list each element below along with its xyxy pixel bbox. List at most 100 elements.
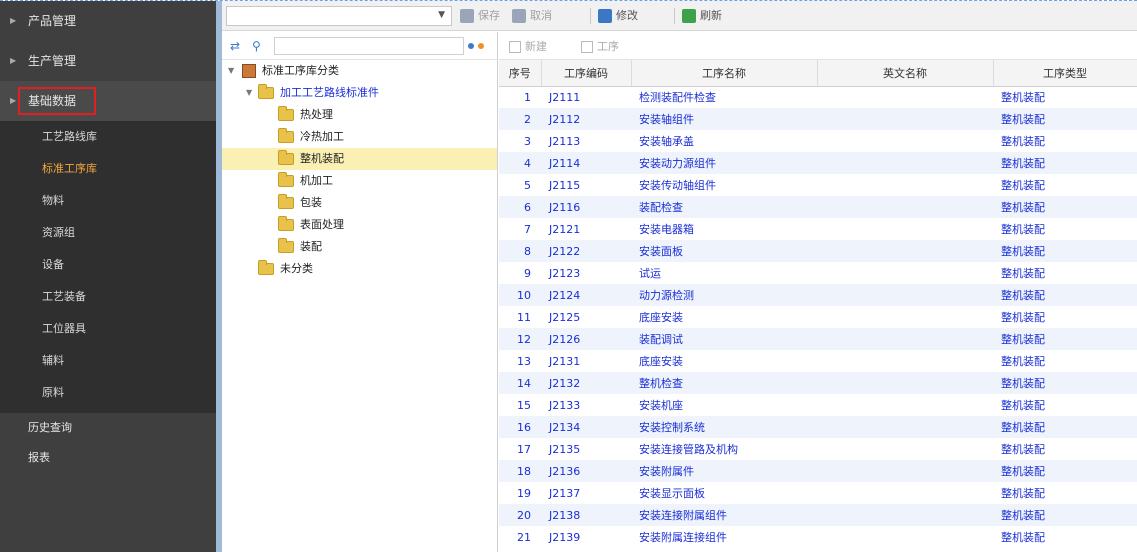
english-name-cell[interactable] xyxy=(817,174,993,196)
chevron-down-icon[interactable]: ▼ xyxy=(228,60,234,82)
operation-type-cell[interactable]: 整机装配 xyxy=(993,416,1137,438)
operation-code-cell[interactable]: J2121 xyxy=(541,218,631,240)
table-row[interactable]: 14 J2132 整机检查 整机装配 xyxy=(499,372,1137,394)
english-name-cell[interactable] xyxy=(817,438,993,460)
column-header[interactable]: 工序名称 xyxy=(631,60,818,87)
tree-node[interactable]: 热处理 xyxy=(222,104,497,126)
nav-subitem[interactable]: 辅料 xyxy=(0,345,216,377)
operation-name-cell[interactable]: 底座安装 xyxy=(631,350,817,372)
operation-code-cell[interactable]: J2136 xyxy=(541,460,631,482)
edit-button[interactable]: 修改 xyxy=(598,7,638,25)
refresh-button[interactable]: 刷新 xyxy=(682,7,722,25)
table-row[interactable]: 9 J2123 试运 整机装配 xyxy=(499,262,1137,284)
operation-name-cell[interactable]: 安装传动轴组件 xyxy=(631,174,817,196)
operation-name-cell[interactable]: 安装轴组件 xyxy=(631,108,817,130)
table-row[interactable]: 1 J2111 检测装配件检查 整机装配 xyxy=(499,86,1137,108)
operation-type-cell[interactable]: 整机装配 xyxy=(993,372,1137,394)
tree-node[interactable]: 表面处理 xyxy=(222,214,497,236)
table-row[interactable]: 8 J2122 安装面板 整机装配 xyxy=(499,240,1137,262)
operation-type-cell[interactable]: 整机装配 xyxy=(993,130,1137,152)
english-name-cell[interactable] xyxy=(817,284,993,306)
nav-subitem[interactable]: 标准工序库 xyxy=(0,153,216,185)
table-row[interactable]: 12 J2126 装配调试 整机装配 xyxy=(499,328,1137,350)
table-row[interactable]: 19 J2137 安装显示面板 整机装配 xyxy=(499,482,1137,504)
column-header[interactable]: 工序类型 xyxy=(993,60,1137,87)
tree-search-input[interactable] xyxy=(274,37,464,55)
operation-code-cell[interactable]: J2132 xyxy=(541,372,631,394)
operation-code-cell[interactable]: J2112 xyxy=(541,108,631,130)
column-header[interactable]: 英文名称 xyxy=(817,60,994,87)
english-name-cell[interactable] xyxy=(817,328,993,350)
table-row[interactable]: 6 J2116 装配检查 整机装配 xyxy=(499,196,1137,218)
search-icon[interactable] xyxy=(468,43,474,49)
table-row[interactable]: 13 J2131 底座安装 整机装配 xyxy=(499,350,1137,372)
operation-type-cell[interactable]: 整机装配 xyxy=(993,350,1137,372)
operation-name-cell[interactable]: 安装附属件 xyxy=(631,460,817,482)
save-button[interactable]: 保存 xyxy=(460,7,500,25)
operation-type-cell[interactable]: 整机装配 xyxy=(993,394,1137,416)
operation-type-cell[interactable]: 整机装配 xyxy=(993,108,1137,130)
english-name-cell[interactable] xyxy=(817,152,993,174)
english-name-cell[interactable] xyxy=(817,504,993,526)
tree-node[interactable]: 机加工 xyxy=(222,170,497,192)
operation-name-cell[interactable]: 装配调试 xyxy=(631,328,817,350)
operation-code-cell[interactable]: J2115 xyxy=(541,174,631,196)
tree-node-uncategorized[interactable]: 未分类 xyxy=(222,258,497,280)
new-button[interactable]: 新建 xyxy=(509,38,547,56)
operation-type-cell[interactable]: 整机装配 xyxy=(993,218,1137,240)
operation-name-cell[interactable]: 整机检查 xyxy=(631,372,817,394)
operation-name-cell[interactable]: 试运 xyxy=(631,262,817,284)
operation-type-cell[interactable]: 整机装配 xyxy=(993,438,1137,460)
operation-code-cell[interactable]: J2123 xyxy=(541,262,631,284)
tree-node[interactable]: 整机装配 xyxy=(222,148,497,170)
tree-category[interactable]: ▼ 加工工艺路线标准件 xyxy=(222,82,497,104)
english-name-cell[interactable] xyxy=(817,416,993,438)
cancel-button[interactable]: 取消 xyxy=(512,7,552,25)
column-header[interactable]: 工序编码 xyxy=(541,60,632,87)
operation-code-cell[interactable]: J2111 xyxy=(541,86,631,108)
operation-code-cell[interactable]: J2135 xyxy=(541,438,631,460)
english-name-cell[interactable] xyxy=(817,394,993,416)
operation-type-cell[interactable]: 整机装配 xyxy=(993,526,1137,548)
english-name-cell[interactable] xyxy=(817,262,993,284)
operation-type-cell[interactable]: 整机装配 xyxy=(993,196,1137,218)
english-name-cell[interactable] xyxy=(817,350,993,372)
nav-subitem[interactable]: 工位器具 xyxy=(0,313,216,345)
english-name-cell[interactable] xyxy=(817,460,993,482)
operation-type-cell[interactable]: 整机装配 xyxy=(993,482,1137,504)
operation-name-cell[interactable]: 动力源检测 xyxy=(631,284,817,306)
operation-name-cell[interactable]: 安装轴承盖 xyxy=(631,130,817,152)
english-name-cell[interactable] xyxy=(817,240,993,262)
table-row[interactable]: 20 J2138 安装连接附属组件 整机装配 xyxy=(499,504,1137,526)
table-row[interactable]: 21 J2139 安装附属连接组件 整机装配 xyxy=(499,526,1137,548)
operation-type-cell[interactable]: 整机装配 xyxy=(993,174,1137,196)
table-row[interactable]: 7 J2121 安装电器箱 整机装配 xyxy=(499,218,1137,240)
nav-subitem[interactable]: 设备 xyxy=(0,249,216,281)
table-row[interactable]: 16 J2134 安装控制系统 整机装配 xyxy=(499,416,1137,438)
operation-name-cell[interactable]: 检测装配件检查 xyxy=(631,86,817,108)
nav-item-history[interactable]: 历史查询 xyxy=(0,413,216,443)
table-row[interactable]: 15 J2133 安装机座 整机装配 xyxy=(499,394,1137,416)
nav-subitem[interactable]: 物料 xyxy=(0,185,216,217)
nav-group-basic-data[interactable]: ▶ 基础数据 xyxy=(0,81,216,121)
column-header[interactable]: 序号 xyxy=(499,60,542,87)
operation-type-cell[interactable]: 整机装配 xyxy=(993,460,1137,482)
operation-code-cell[interactable]: J2138 xyxy=(541,504,631,526)
clear-icon[interactable] xyxy=(478,43,484,49)
operation-name-cell[interactable]: 安装附属连接组件 xyxy=(631,526,817,548)
operation-type-cell[interactable]: 整机装配 xyxy=(993,86,1137,108)
operation-code-cell[interactable]: J2124 xyxy=(541,284,631,306)
operation-name-cell[interactable]: 安装连接附属组件 xyxy=(631,504,817,526)
operation-code-cell[interactable]: J2134 xyxy=(541,416,631,438)
nav-group-products[interactable]: ▶ 产品管理 xyxy=(0,1,216,41)
tree-node[interactable]: 包装 xyxy=(222,192,497,214)
operation-code-cell[interactable]: J2126 xyxy=(541,328,631,350)
expand-all-icon[interactable]: ⇄ xyxy=(230,39,240,53)
operation-name-cell[interactable]: 安装连接管路及机构 xyxy=(631,438,817,460)
table-row[interactable]: 18 J2136 安装附属件 整机装配 xyxy=(499,460,1137,482)
operation-type-cell[interactable]: 整机装配 xyxy=(993,152,1137,174)
operation-type-cell[interactable]: 整机装配 xyxy=(993,306,1137,328)
table-row[interactable]: 4 J2114 安装动力源组件 整机装配 xyxy=(499,152,1137,174)
english-name-cell[interactable] xyxy=(817,218,993,240)
operation-name-cell[interactable]: 安装机座 xyxy=(631,394,817,416)
